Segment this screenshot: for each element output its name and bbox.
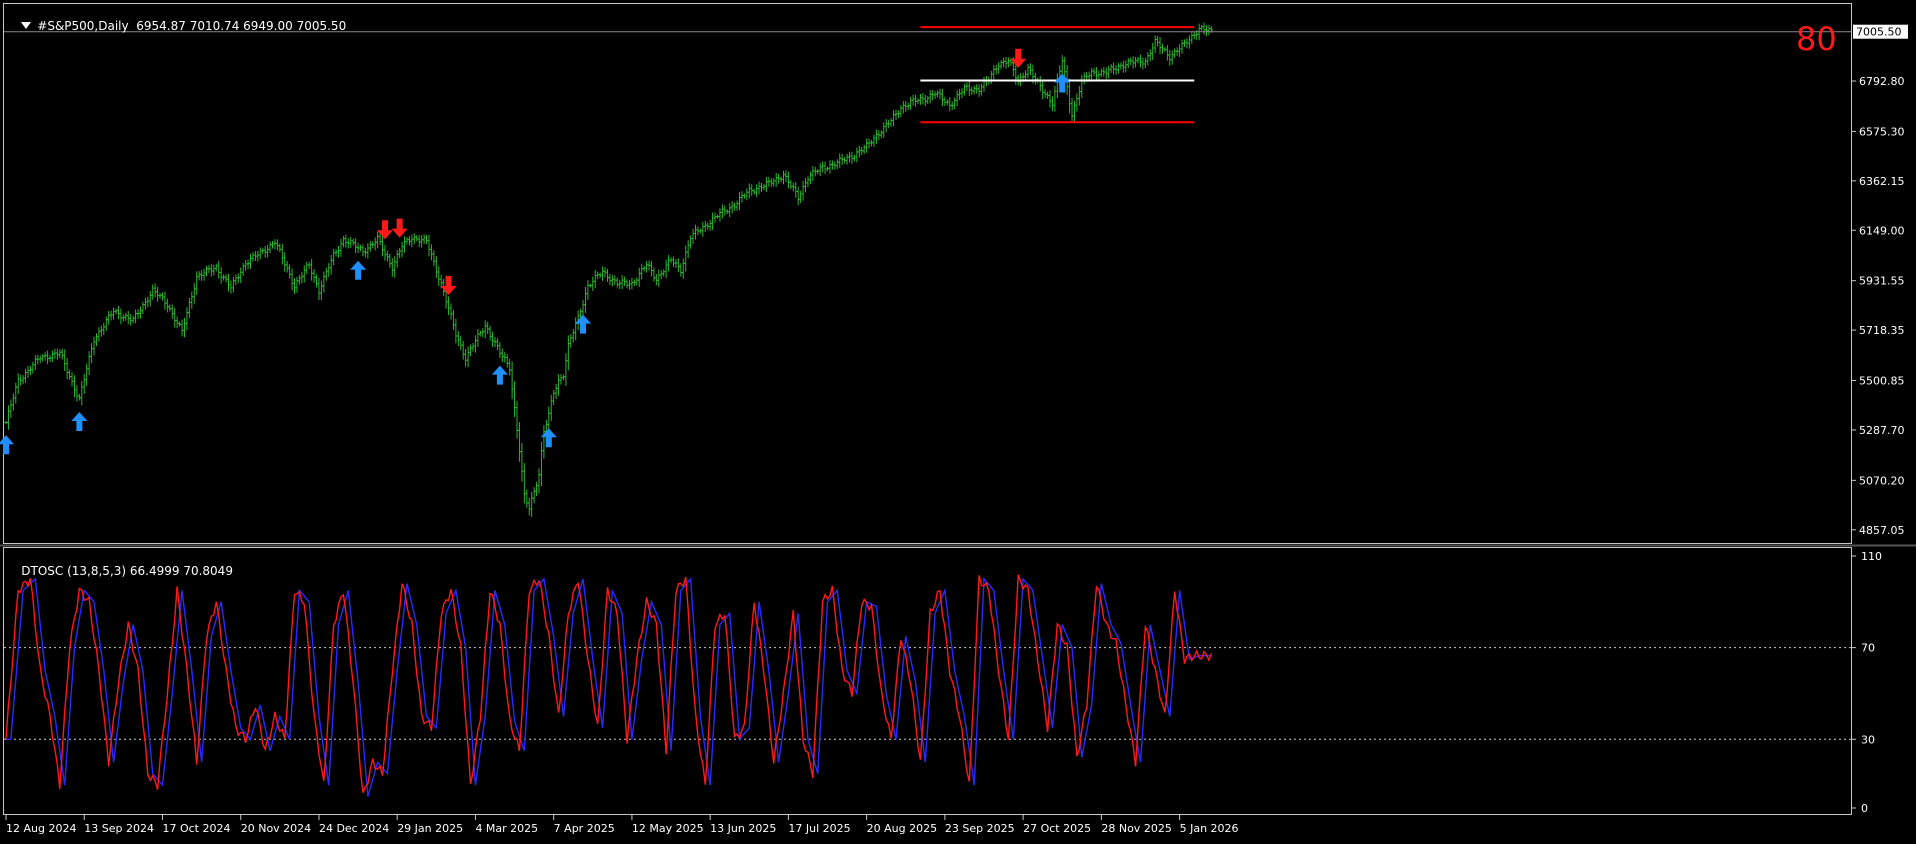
y-tick-label: 5287.70 <box>1859 424 1905 437</box>
osc-y-tick-label: 70 <box>1861 642 1875 655</box>
y-tick-label: 5718.35 <box>1859 324 1905 337</box>
osc-y-tick-label: 110 <box>1861 550 1882 563</box>
x-tick-label: 17 Oct 2024 <box>162 822 230 835</box>
collapse-triangle-icon[interactable] <box>21 22 32 29</box>
x-tick-label: 13 Sep 2024 <box>84 822 154 835</box>
y-tick-label: 5070.20 <box>1859 474 1905 487</box>
x-tick-label: 17 Jul 2025 <box>788 822 850 835</box>
symbol-label: #S&P500,Daily <box>37 19 129 33</box>
y-tick-label: 4857.05 <box>1859 524 1905 537</box>
x-tick-label: 5 Jan 2026 <box>1180 822 1239 835</box>
chart-window: 7005.50 6792.80 6575.30 6362.15 6149.00 5931.… <box>0 0 1916 840</box>
price-marker-label: 7005.50 <box>1856 26 1902 39</box>
x-tick-label: 27 Oct 2025 <box>1023 822 1091 835</box>
y-tick-label: 5500.85 <box>1859 375 1905 388</box>
x-tick-label: 4 Mar 2025 <box>475 822 538 835</box>
x-tick-label: 23 Sep 2025 <box>945 822 1015 835</box>
y-tick-label: 6362.15 <box>1859 175 1905 188</box>
x-tick-label: 29 Jan 2025 <box>397 822 463 835</box>
x-tick-label: 28 Nov 2025 <box>1101 822 1171 835</box>
oscillator-header: DTOSC (13,8,5,3) 66.4999 70.8049 <box>6 550 233 592</box>
overlay-number: 80 <box>1796 20 1837 58</box>
y-tick-label: 6575.30 <box>1859 125 1905 138</box>
y-tick-label: 6792.80 <box>1859 75 1905 88</box>
x-tick-label: 20 Nov 2024 <box>241 822 311 835</box>
oscillator-title: DTOSC (13,8,5,3) 66.4999 70.8049 <box>21 564 233 578</box>
x-tick-label: 7 Apr 2025 <box>554 822 615 835</box>
osc-y-tick-label: 0 <box>1861 802 1868 815</box>
chart-canvas: 7005.50 6792.80 6575.30 6362.15 6149.00 5931.… <box>0 0 1916 840</box>
x-tick-label: 20 Aug 2025 <box>867 822 937 835</box>
x-tick-label: 24 Dec 2024 <box>319 822 389 835</box>
x-tick-label: 13 Jun 2025 <box>710 822 776 835</box>
osc-y-tick-label: 30 <box>1861 733 1875 746</box>
x-tick-label: 12 May 2025 <box>632 822 704 835</box>
ohlc-values: 6954.87 7010.74 6949.00 7005.50 <box>136 19 347 33</box>
y-tick-label: 6149.00 <box>1859 224 1905 237</box>
y-tick-label: 5931.55 <box>1859 275 1905 288</box>
price-header: #S&P500,Daily 6954.87 7010.74 6949.00 70… <box>6 5 346 47</box>
x-tick-label: 12 Aug 2024 <box>6 822 76 835</box>
